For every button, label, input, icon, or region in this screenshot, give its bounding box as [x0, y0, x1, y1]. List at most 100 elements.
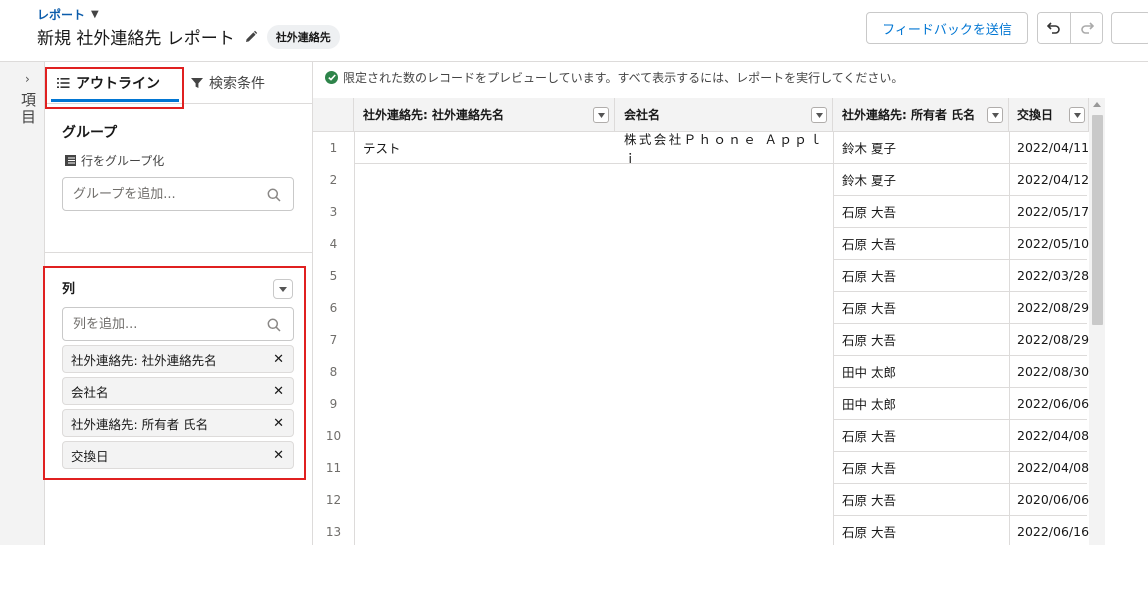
success-check-icon	[325, 71, 338, 84]
chevron-down-icon[interactable]	[987, 107, 1003, 123]
row-number: 1	[313, 132, 354, 164]
group-search[interactable]	[62, 177, 294, 211]
undo-icon[interactable]	[1038, 13, 1070, 43]
column-pill[interactable]: 社外連絡先: 社外連絡先名 ✕	[62, 345, 294, 373]
preview-notice: 限定された数のレコードをプレビューしています。すべて表示するには、レポートを実行…	[325, 69, 903, 86]
cell-contact-name: テスト	[354, 132, 615, 164]
chevron-down-icon[interactable]	[593, 107, 609, 123]
send-feedback-button[interactable]: フィードバックを送信	[866, 12, 1028, 44]
table-row: 13 石原 大吾 2022/06/16	[313, 516, 1148, 546]
breadcrumb[interactable]: レポート ▼	[37, 6, 99, 23]
table-row: 3 石原 大吾 2022/05/17	[313, 196, 1148, 228]
column-pill-label: 社外連絡先: 所有者 氏名	[71, 416, 209, 432]
columns-title: 列	[62, 282, 76, 297]
undo-redo-group	[1037, 12, 1103, 44]
cell-exchange-date: 2022/06/16	[1009, 516, 1089, 546]
rows-group-icon	[65, 155, 76, 166]
preview-table: 社外連絡先: 社外連絡先名 会社名 社外連絡先: 所有者 氏名 交換日 1 テス…	[313, 98, 1148, 546]
column-pill[interactable]: 会社名 ✕	[62, 377, 294, 405]
close-icon[interactable]: ✕	[273, 352, 284, 367]
cell-owner: 石原 大吾	[833, 324, 1009, 356]
column-pill-label: 会社名	[71, 384, 109, 400]
cell-owner: 石原 大吾	[833, 452, 1009, 484]
more-actions-button[interactable]	[1111, 12, 1148, 44]
table-row: 5 石原 大吾 2022/03/28	[313, 260, 1148, 292]
group-rows-label: 行をグループ化	[65, 152, 164, 169]
columns-menu-button[interactable]	[273, 279, 293, 299]
search-icon	[267, 188, 281, 202]
column-header[interactable]: 社外連絡先: 社外連絡先名	[354, 98, 615, 132]
chevron-down-icon[interactable]	[1069, 107, 1085, 123]
column-pill-label: 交換日	[71, 448, 109, 464]
column-header-label: 会社名	[624, 108, 661, 122]
redo-icon[interactable]	[1070, 13, 1102, 43]
cell-owner: 鈴木 夏子	[833, 164, 1009, 196]
row-number: 7	[313, 324, 354, 356]
cell-exchange-date: 2022/08/29	[1009, 292, 1089, 324]
chevron-down-icon	[279, 286, 287, 292]
breadcrumb-label[interactable]: レポート	[37, 6, 85, 23]
table-row: 2 鈴木 夏子 2022/04/12	[313, 164, 1148, 196]
column-header[interactable]: 会社名	[615, 98, 833, 132]
row-number: 2	[313, 164, 354, 196]
cell-owner: 石原 大吾	[833, 260, 1009, 292]
groups-title: グループ	[62, 125, 118, 141]
page-blank-area	[0, 545, 1148, 605]
report-header: レポート ▼ 新規 社外連絡先 レポート 社外連絡先 フィードバックを送信	[0, 0, 1148, 60]
row-number: 13	[313, 516, 354, 546]
table-scrollbar[interactable]	[1089, 98, 1105, 546]
row-number: 10	[313, 420, 354, 452]
table-row: 7 石原 大吾 2022/08/29	[313, 324, 1148, 356]
cell-exchange-date: 2020/06/06	[1009, 484, 1089, 516]
table-row: 1 テスト 株式会社Ｐｈｏｎｅ Ａｐｐｌｉ 鈴木 夏子 2022/04/11	[313, 132, 1148, 166]
preview-notice-text: 限定された数のレコードをプレビューしています。すべて表示するには、レポートを実行…	[343, 71, 904, 85]
pencil-icon[interactable]	[244, 30, 258, 44]
close-icon[interactable]: ✕	[273, 384, 284, 399]
row-number: 11	[313, 452, 354, 484]
cell-exchange-date: 2022/04/08	[1009, 452, 1089, 484]
search-icon	[267, 318, 281, 332]
table-row: 6 石原 大吾 2022/08/29	[313, 292, 1148, 324]
cell-exchange-date: 2022/08/29	[1009, 324, 1089, 356]
section-divider	[45, 252, 313, 253]
group-search-input[interactable]	[73, 178, 253, 210]
row-number: 6	[313, 292, 354, 324]
table-row: 9 田中 太郎 2022/06/06	[313, 388, 1148, 420]
column-header[interactable]: 交換日	[1009, 98, 1089, 132]
report-builder: › 項目 アウトライン 検索条件 グループ 行をグループ化 グループを追加...…	[0, 61, 1148, 546]
close-icon[interactable]: ✕	[273, 448, 284, 463]
column-pill[interactable]: 社外連絡先: 所有者 氏名 ✕	[62, 409, 294, 437]
cell-owner: 石原 大吾	[833, 292, 1009, 324]
group-rows-text: 行をグループ化	[81, 154, 165, 168]
cell-exchange-date: 2022/04/08	[1009, 420, 1089, 452]
chevron-right-icon[interactable]: ›	[25, 72, 30, 86]
fields-rail[interactable]: › 項目	[0, 62, 45, 546]
column-pill-label: 社外連絡先: 社外連絡先名	[71, 352, 217, 368]
cell-owner: 田中 太郎	[833, 388, 1009, 420]
scroll-up-icon[interactable]	[1093, 102, 1101, 107]
column-header-label: 交換日	[1017, 108, 1054, 122]
tab-filters[interactable]: 検索条件	[191, 62, 265, 104]
chevron-down-icon[interactable]	[811, 107, 827, 123]
tab-outline[interactable]: アウトライン	[45, 62, 179, 104]
cell-exchange-date: 2022/03/28	[1009, 260, 1089, 292]
cell-company: 株式会社Ｐｈｏｎｅ Ａｐｐｌｉ	[615, 132, 833, 166]
list-icon	[57, 78, 70, 88]
column-header-label: 社外連絡先: 社外連絡先名	[363, 108, 504, 122]
fields-rail-label[interactable]: 項目	[18, 92, 39, 126]
close-icon[interactable]: ✕	[273, 416, 284, 431]
cell-exchange-date: 2022/05/17	[1009, 196, 1089, 228]
report-preview: 限定された数のレコードをプレビューしています。すべて表示するには、レポートを実行…	[313, 62, 1148, 546]
caret-down-icon[interactable]: ▼	[91, 9, 99, 20]
column-header[interactable]: 社外連絡先: 所有者 氏名	[833, 98, 1009, 132]
cell-owner: 石原 大吾	[833, 196, 1009, 228]
column-search[interactable]	[62, 307, 294, 341]
row-number: 4	[313, 228, 354, 260]
row-number: 8	[313, 356, 354, 388]
column-search-input[interactable]	[73, 308, 253, 340]
cell-exchange-date: 2022/04/12	[1009, 164, 1089, 196]
cell-owner: 鈴木 夏子	[833, 132, 1009, 164]
column-pill[interactable]: 交換日 ✕	[62, 441, 294, 469]
row-number: 3	[313, 196, 354, 228]
scrollbar-thumb[interactable]	[1092, 115, 1103, 325]
